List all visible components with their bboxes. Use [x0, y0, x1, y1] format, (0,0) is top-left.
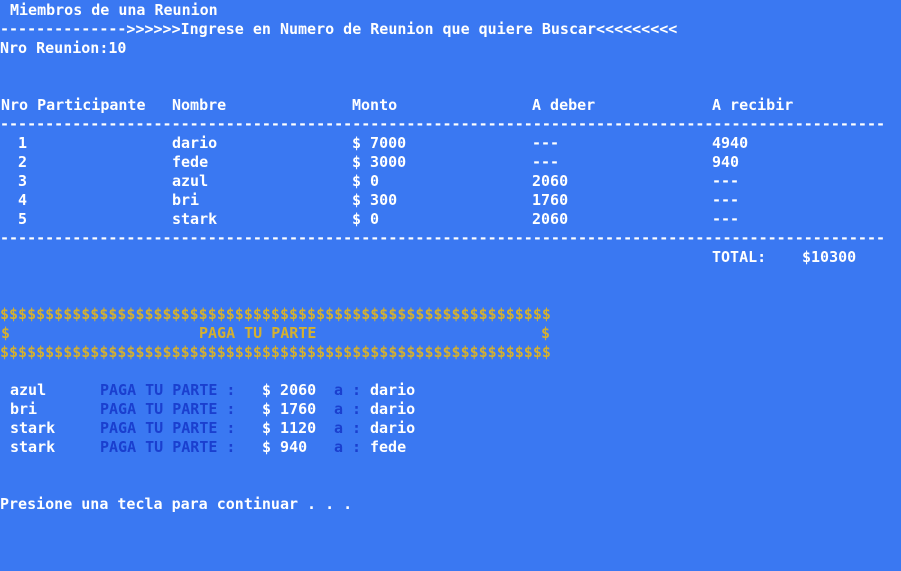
header-monto: Monto: [352, 96, 398, 114]
banner-text: PAGA TU PARTE: [199, 324, 317, 342]
table-header: Nro Participante Nombre Monto A deber A …: [0, 96, 901, 115]
continue-prompt: Presione una tecla para continuar . . .: [0, 495, 353, 513]
cell-nro: 2: [18, 153, 28, 171]
payee-name: fede: [370, 438, 407, 456]
cell-a-deber: 2060: [532, 210, 569, 228]
cell-nombre: azul: [172, 172, 209, 190]
payer-name: bri: [10, 400, 38, 418]
payee-name: dario: [370, 381, 416, 399]
payer-name: azul: [10, 381, 47, 399]
payment-row: stark PAGA TU PARTE : $ 1120 a : dario: [0, 419, 901, 438]
cell-a-deber: ---: [532, 134, 560, 152]
header-nombre: Nombre: [172, 96, 227, 114]
cell-nro: 3: [18, 172, 28, 190]
banner-side-left: $: [1, 324, 11, 342]
header-a-recibir: A recibir: [712, 96, 794, 114]
cell-a-recibir: ---: [712, 191, 740, 209]
cell-a-deber: 2060: [532, 172, 569, 190]
payer-name: stark: [10, 438, 56, 456]
cell-monto: $ 7000: [352, 134, 407, 152]
cell-a-deber: ---: [532, 153, 560, 171]
cell-nombre: bri: [172, 191, 200, 209]
cell-monto: $ 0: [352, 210, 380, 228]
payee-name: dario: [370, 400, 416, 418]
table-row: 5 stark $ 0 2060 ---: [0, 210, 901, 229]
payee-name: dario: [370, 419, 416, 437]
table-separator-bottom: ----------------------------------------…: [0, 229, 883, 247]
payment-row: bri PAGA TU PARTE : $ 1760 a : dario: [0, 400, 901, 419]
total-value: $10300: [802, 248, 857, 266]
header-a-deber: A deber: [532, 96, 596, 114]
banner-side-right: $: [541, 324, 551, 342]
table-row: 1 dario $ 7000 --- 4940: [0, 134, 901, 153]
cell-monto: $ 300: [352, 191, 398, 209]
payment-label: PAGA TU PARTE :: [100, 419, 236, 437]
payment-to-label: a :: [334, 400, 362, 418]
payment-to-label: a :: [334, 438, 362, 456]
meeting-number: Nro Reunion:10: [0, 39, 127, 57]
header-nro-participante: Nro Participante: [1, 96, 146, 114]
payment-row: azul PAGA TU PARTE : $ 2060 a : dario: [0, 381, 901, 400]
payment-to-label: a :: [334, 419, 362, 437]
console-window[interactable]: Miembros de una Reunion -------------->>…: [0, 0, 901, 534]
cell-nro: 5: [18, 210, 28, 228]
payment-label: PAGA TU PARTE :: [100, 400, 236, 418]
search-prompt: -------------->>>>>>Ingrese en Numero de…: [0, 20, 678, 38]
table-row: 3 azul $ 0 2060 ---: [0, 172, 901, 191]
cell-nro: 1: [18, 134, 28, 152]
table-separator-top: ----------------------------------------…: [0, 115, 883, 133]
cell-nro: 4: [18, 191, 28, 209]
payment-label: PAGA TU PARTE :: [100, 438, 236, 456]
payment-to-label: a :: [334, 381, 362, 399]
window-title: Miembros de una Reunion: [10, 1, 218, 19]
payment-amount: $ 1120: [262, 419, 317, 437]
cell-a-recibir: ---: [712, 172, 740, 190]
cell-nombre: fede: [172, 153, 209, 171]
payment-row: stark PAGA TU PARTE : $ 940 a : fede: [0, 438, 901, 457]
payment-label: PAGA TU PARTE :: [100, 381, 236, 399]
cell-a-recibir: ---: [712, 210, 740, 228]
payment-amount: $ 940: [262, 438, 308, 456]
banner-border-bottom: $$$$$$$$$$$$$$$$$$$$$$$$$$$$$$$$$$$$$$$$…: [0, 343, 551, 361]
cell-monto: $ 3000: [352, 153, 407, 171]
table-row: 4 bri $ 300 1760 ---: [0, 191, 901, 210]
table-row: 2 fede $ 3000 --- 940: [0, 153, 901, 172]
total-label: TOTAL:: [712, 248, 767, 266]
banner-middle: $ PAGA TU PARTE $: [0, 324, 901, 343]
cell-nombre: dario: [172, 134, 218, 152]
cell-monto: $ 0: [352, 172, 380, 190]
cell-a-deber: 1760: [532, 191, 569, 209]
payment-amount: $ 2060: [262, 381, 317, 399]
payer-name: stark: [10, 419, 56, 437]
cell-a-recibir: 4940: [712, 134, 749, 152]
total-row: TOTAL: $10300: [0, 248, 901, 267]
cell-a-recibir: 940: [712, 153, 740, 171]
cell-nombre: stark: [172, 210, 218, 228]
banner-border-top: $$$$$$$$$$$$$$$$$$$$$$$$$$$$$$$$$$$$$$$$…: [0, 305, 551, 323]
payment-amount: $ 1760: [262, 400, 317, 418]
